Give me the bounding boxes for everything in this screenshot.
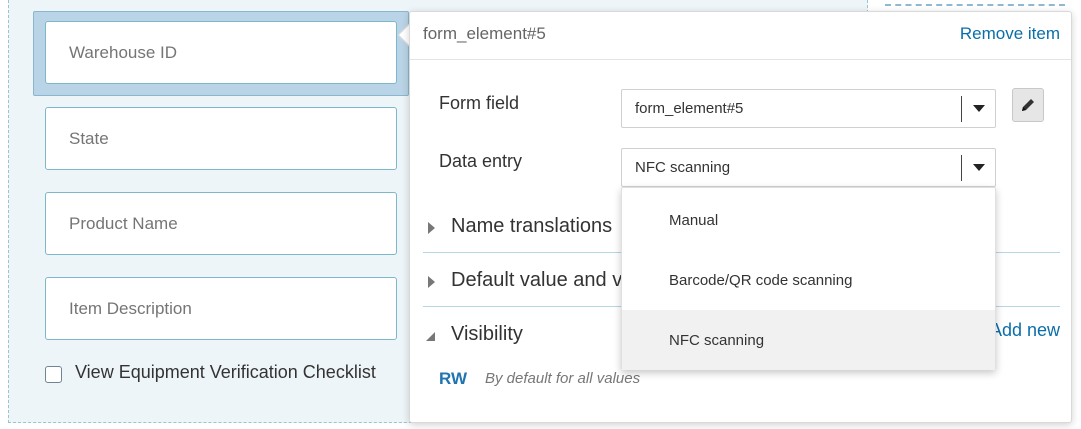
chevron-down-icon[interactable]: [973, 105, 985, 112]
edit-form-field-button[interactable]: [1012, 88, 1044, 122]
chevron-down-icon[interactable]: [973, 164, 985, 171]
canvas-edge-dash: [885, 4, 1065, 10]
section-label: Name translations: [451, 215, 613, 237]
panel-title: form_element#5: [423, 24, 546, 43]
triangle-down-icon: [426, 332, 435, 341]
form-field-label: Form field: [439, 93, 520, 113]
triangle-right-icon: [428, 222, 435, 234]
form-field-select[interactable]: form_element#5: [621, 89, 996, 128]
add-new-link[interactable]: Add new: [990, 320, 1060, 341]
data-entry-select[interactable]: NFC scanning: [621, 148, 996, 187]
verification-checklist-row: View Equipment Verification Checklist: [45, 362, 376, 383]
data-entry-value: NFC scanning: [635, 159, 731, 176]
field-placeholder: Product Name: [69, 213, 178, 233]
option-manual[interactable]: Manual: [622, 190, 995, 250]
select-divider: [961, 155, 962, 181]
product-name-field[interactable]: Product Name: [45, 192, 397, 255]
form-field-value: form_element#5: [635, 100, 744, 117]
triangle-right-icon: [428, 276, 435, 288]
warehouse-id-field[interactable]: Warehouse ID: [45, 21, 397, 84]
checkbox-label: View Equipment Verification Checklist: [75, 362, 376, 382]
option-barcode-qr[interactable]: Barcode/QR code scanning: [622, 250, 995, 310]
remove-item-link[interactable]: Remove item: [960, 24, 1060, 44]
pencil-icon: [1022, 99, 1034, 111]
access-badge[interactable]: RW: [439, 369, 467, 389]
section-label: Visibility: [451, 323, 523, 345]
data-entry-label: Data entry: [439, 151, 523, 171]
field-placeholder: Warehouse ID: [69, 42, 178, 62]
option-nfc-scanning[interactable]: NFC scanning: [622, 310, 995, 370]
select-divider: [961, 96, 962, 122]
panel-header: form_element#5 Remove item: [410, 12, 1071, 60]
visibility-note: By default for all values: [485, 370, 641, 387]
field-placeholder: Item Description: [69, 298, 192, 318]
data-entry-dropdown-list: Manual Barcode/QR code scanning NFC scan…: [621, 187, 996, 370]
field-placeholder: State: [69, 128, 109, 148]
state-field[interactable]: State: [45, 107, 397, 170]
section-label: Default value and v: [451, 269, 623, 291]
verification-checklist-checkbox[interactable]: [45, 366, 62, 383]
item-description-field[interactable]: Item Description: [45, 277, 397, 340]
